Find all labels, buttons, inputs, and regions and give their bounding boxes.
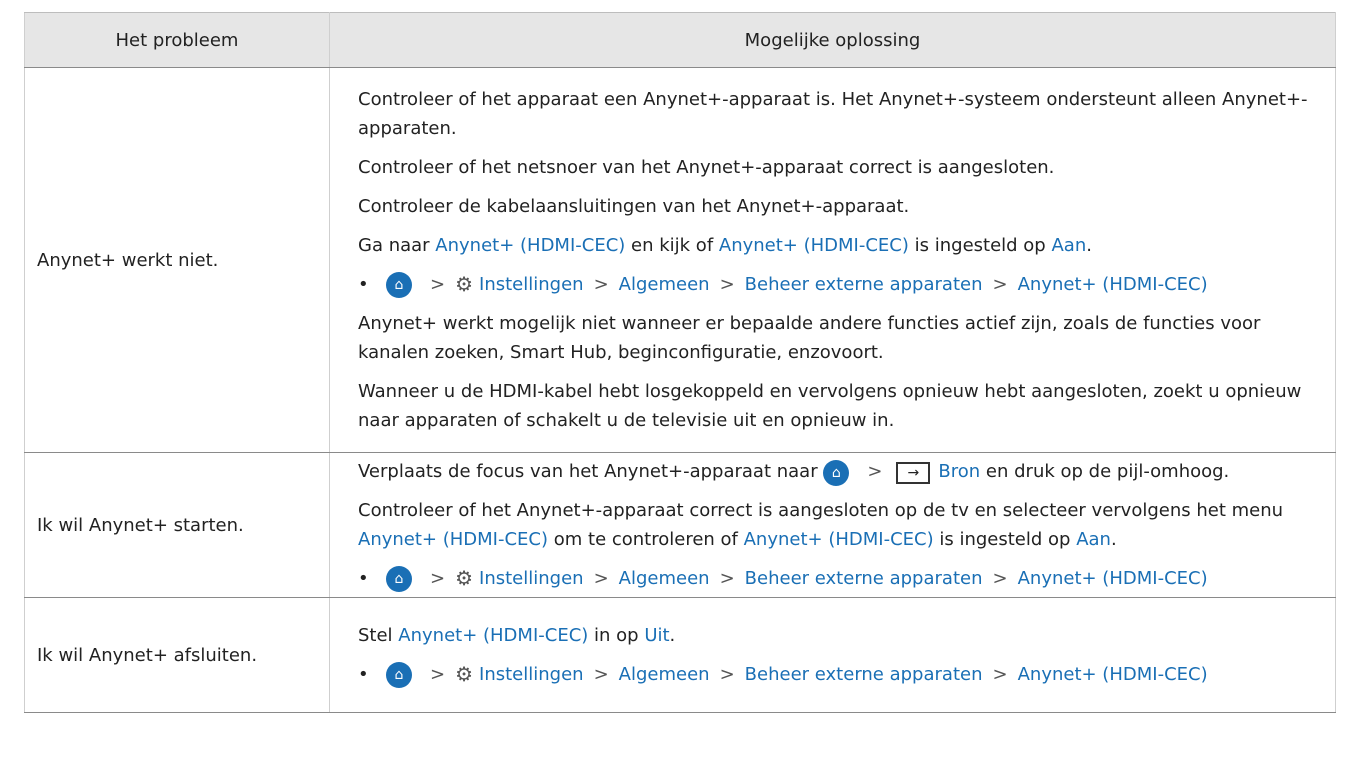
path-item-algemeen[interactable]: Algemeen xyxy=(619,660,710,689)
solution-text: Controleer of het apparaat een Anynet+-a… xyxy=(358,89,1308,139)
chevron-right-icon: > xyxy=(992,274,1008,295)
problem-cell: Anynet+ werkt niet. xyxy=(24,67,330,453)
chevron-right-icon: > xyxy=(867,461,883,482)
header-solution: Mogelijke oplossing xyxy=(329,12,1336,68)
chevron-right-icon: > xyxy=(719,568,735,589)
gear-icon: ⚙ xyxy=(455,662,474,686)
solution-text: Controleer of het Anynet+-apparaat corre… xyxy=(358,500,1284,550)
table-row: Ik wil Anynet+ starten. Verplaats de foc… xyxy=(24,452,1336,598)
chevron-right-icon: > xyxy=(719,274,735,295)
home-icon[interactable]: ⌂ xyxy=(386,661,412,688)
path-item-algemeen[interactable]: Algemeen xyxy=(619,564,710,593)
setting-value-aan: Aan xyxy=(1051,235,1087,256)
problem-cell: Ik wil Anynet+ afsluiten. xyxy=(24,597,330,713)
path-item-beheer[interactable]: Beheer externe apparaten xyxy=(745,564,983,593)
bullet: • xyxy=(358,274,369,295)
path-item-anynet[interactable]: Anynet+ (HDMI-CEC) xyxy=(1018,270,1208,299)
path-item-instellingen[interactable]: Instellingen xyxy=(479,564,584,593)
table-row: Ik wil Anynet+ afsluiten. Stel Anynet+ (… xyxy=(24,597,1336,713)
source-icon: → xyxy=(896,462,931,484)
chevron-right-icon: > xyxy=(992,664,1008,685)
bullet: • xyxy=(358,664,369,685)
menu-path: • ⌂ > ⚙ Instellingen > Algemeen > Beheer… xyxy=(358,660,1321,689)
chevron-right-icon: > xyxy=(992,568,1008,589)
solution-text: Verplaats de focus van het Anynet+-appar… xyxy=(358,457,1321,486)
bullet: • xyxy=(358,568,369,589)
header-problem: Het probleem xyxy=(24,12,330,68)
link-anynet[interactable]: Anynet+ (HDMI-CEC) xyxy=(358,529,548,550)
solution-text: Controleer de kabelaansluitingen van het… xyxy=(358,196,910,217)
link-anynet[interactable]: Anynet+ (HDMI-CEC) xyxy=(435,235,625,256)
link-anynet[interactable]: Anynet+ (HDMI-CEC) xyxy=(744,529,934,550)
solution-cell: Stel Anynet+ (HDMI-CEC) in op Uit. • ⌂ >… xyxy=(329,597,1336,713)
path-item-algemeen[interactable]: Algemeen xyxy=(619,270,710,299)
path-item-instellingen[interactable]: Instellingen xyxy=(479,660,584,689)
troubleshooting-table: Het probleem Mogelijke oplossing Anynet+… xyxy=(24,12,1336,713)
gear-icon: ⚙ xyxy=(455,272,474,296)
path-item-beheer[interactable]: Beheer externe apparaten xyxy=(745,660,983,689)
chevron-right-icon: > xyxy=(719,664,735,685)
solution-cell: Controleer of het apparaat een Anynet+-a… xyxy=(329,67,1336,453)
solution-text: Ga naar Anynet+ (HDMI-CEC) en kijk of An… xyxy=(358,235,1092,256)
path-item-instellingen[interactable]: Instellingen xyxy=(479,270,584,299)
chevron-right-icon: > xyxy=(430,664,446,685)
solution-text: Stel Anynet+ (HDMI-CEC) in op Uit. xyxy=(358,625,676,646)
solution-cell: Verplaats de focus van het Anynet+-appar… xyxy=(329,452,1336,598)
link-bron[interactable]: Bron xyxy=(938,461,980,482)
problem-cell: Ik wil Anynet+ starten. xyxy=(24,452,330,598)
home-icon[interactable]: ⌂ xyxy=(386,565,412,592)
home-icon[interactable]: ⌂ xyxy=(386,271,412,298)
chevron-right-icon: > xyxy=(593,274,609,295)
table-row: Anynet+ werkt niet. Controleer of het ap… xyxy=(24,67,1336,453)
path-item-anynet[interactable]: Anynet+ (HDMI-CEC) xyxy=(1018,564,1208,593)
path-item-beheer[interactable]: Beheer externe apparaten xyxy=(745,270,983,299)
setting-value-uit: Uit xyxy=(644,625,670,646)
link-anynet[interactable]: Anynet+ (HDMI-CEC) xyxy=(719,235,909,256)
home-icon[interactable]: ⌂ xyxy=(823,460,850,486)
solution-text: Controleer of het netsnoer van het Anyne… xyxy=(358,157,1055,178)
menu-path: • ⌂ > ⚙ Instellingen > Algemeen > Beheer… xyxy=(358,270,1321,299)
solution-text: Anynet+ werkt mogelijk niet wanneer er b… xyxy=(358,313,1261,363)
chevron-right-icon: > xyxy=(430,274,446,295)
setting-value-aan: Aan xyxy=(1076,529,1111,550)
gear-icon: ⚙ xyxy=(455,566,474,590)
solution-text: Wanneer u de HDMI-kabel hebt losgekoppel… xyxy=(358,381,1302,431)
link-anynet[interactable]: Anynet+ (HDMI-CEC) xyxy=(398,625,588,646)
chevron-right-icon: > xyxy=(430,568,446,589)
path-item-anynet[interactable]: Anynet+ (HDMI-CEC) xyxy=(1018,660,1208,689)
menu-path: • ⌂ > ⚙ Instellingen > Algemeen > Beheer… xyxy=(358,564,1321,593)
chevron-right-icon: > xyxy=(593,664,609,685)
chevron-right-icon: > xyxy=(593,568,609,589)
